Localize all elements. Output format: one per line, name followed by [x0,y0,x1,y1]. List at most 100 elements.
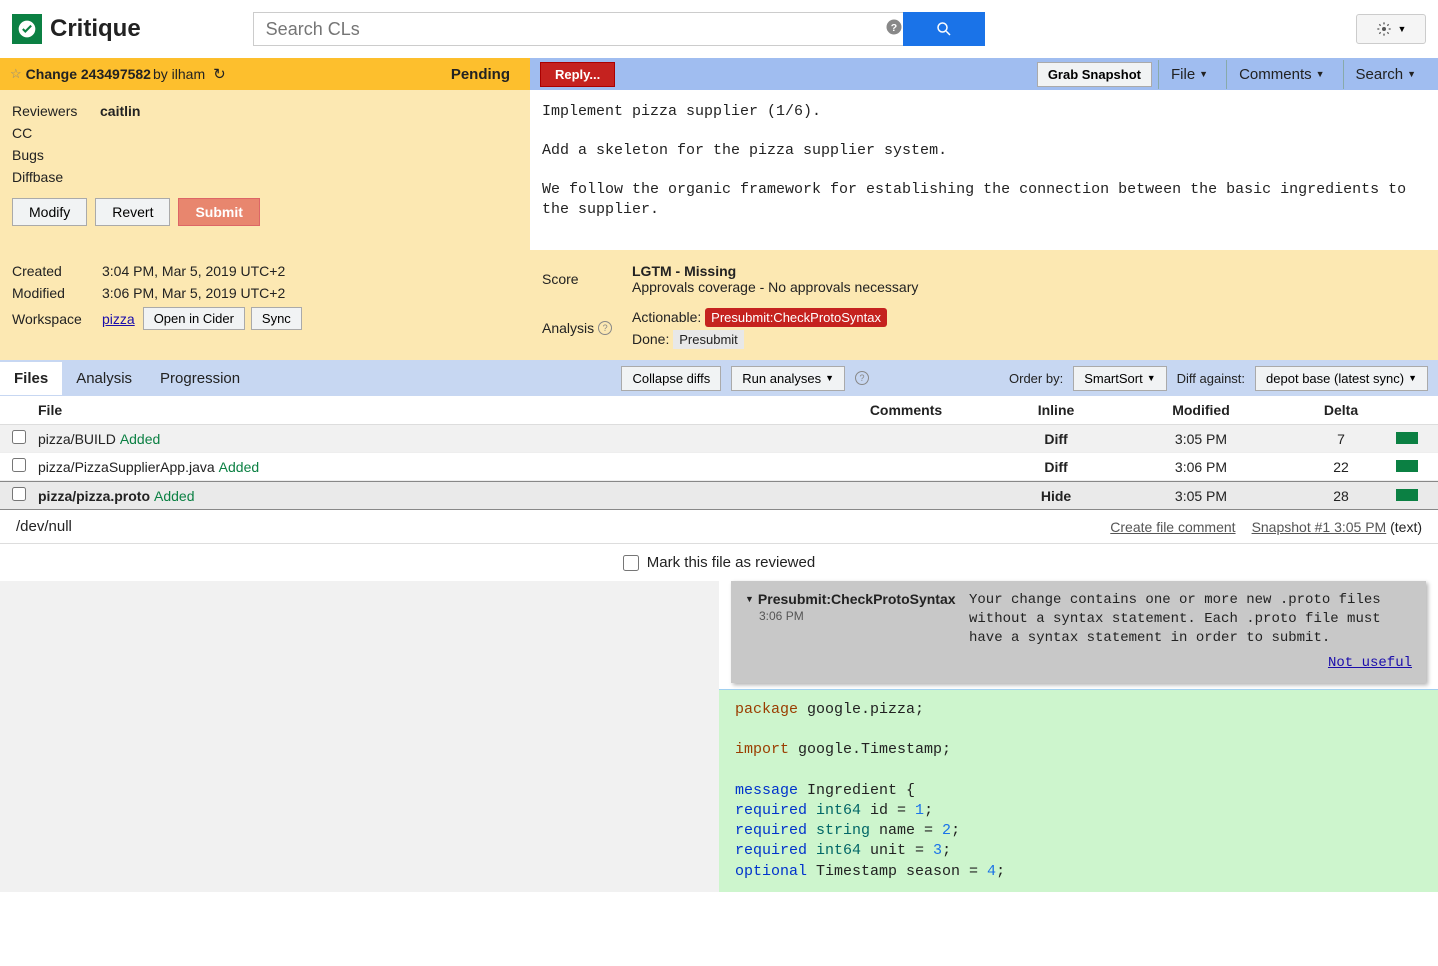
bugs-label: Bugs [12,147,100,163]
search-button[interactable] [903,12,985,46]
analysis-label: Analysis [542,320,594,336]
help-icon[interactable]: ? [598,321,612,335]
diff-toggle[interactable]: Diff [996,431,1116,447]
info-section: Reviewerscaitlin CC Bugs Diffbase Modify… [0,90,1438,250]
modified-label: Modified [12,285,102,301]
change-author: by ilham [153,66,205,82]
delta-bar [1396,460,1418,472]
file-row[interactable]: pizza/PizzaSupplierApp.javaAdded Diff 3:… [0,453,1438,481]
search-icon [935,20,953,38]
chevron-down-icon: ▼ [1147,373,1156,383]
file-checkbox[interactable] [12,487,26,501]
workspace-link[interactable]: pizza [102,311,135,327]
created-value: 3:04 PM, Mar 5, 2019 UTC+2 [102,263,285,279]
file-menu[interactable]: File▼ [1158,60,1220,89]
create-comment-link[interactable]: Create file comment [1110,519,1235,535]
svg-text:?: ? [890,21,896,33]
diff-right-pane: ▼Presubmit:CheckProtoSyntax 3:06 PM Your… [719,581,1438,892]
info-left: Reviewerscaitlin CC Bugs Diffbase Modify… [0,90,530,250]
analysis-comment: ▼Presubmit:CheckProtoSyntax 3:06 PM Your… [731,581,1426,683]
file-checkbox[interactable] [12,458,26,472]
file-table-header: File Comments Inline Modified Delta [0,396,1438,425]
analysis-time: 3:06 PM [759,609,955,623]
diff-against-dropdown[interactable]: depot base (latest sync)▼ [1255,366,1428,391]
reply-button[interactable]: Reply... [540,62,615,87]
meta-section: Created3:04 PM, Mar 5, 2019 UTC+2 Modifi… [0,250,1438,360]
actionable-label: Actionable: [632,309,701,325]
col-file: File [38,402,816,418]
not-useful-link[interactable]: Not useful [1328,655,1412,671]
delta-bar [1396,432,1418,444]
change-bar: ☆ Change 243497582 by ilham ↻ Pending [0,58,530,90]
diff-toggle[interactable]: Diff [996,459,1116,475]
presubmit-badge[interactable]: Presubmit [673,330,744,349]
diff-left-pane [0,581,719,892]
info-right: Implement pizza supplier (1/6). Add a sk… [530,90,1438,250]
grab-snapshot-button[interactable]: Grab Snapshot [1037,62,1152,87]
done-label: Done: [632,331,669,347]
collapse-diffs-button[interactable]: Collapse diffs [621,366,721,391]
open-cider-button[interactable]: Open in Cider [143,307,245,330]
app-header: Critique ? ▼ [0,0,1438,58]
refresh-icon[interactable]: ↻ [213,65,226,83]
submit-button[interactable]: Submit [178,198,259,226]
sync-button[interactable]: Sync [251,307,302,330]
diff-view: ▼Presubmit:CheckProtoSyntax 3:06 PM Your… [0,581,1438,892]
chevron-down-icon: ▼ [1408,373,1417,383]
diff-header: /dev/null Create file comment Snapshot #… [0,510,1438,544]
change-description: Implement pizza supplier (1/6). Add a sk… [530,90,1438,250]
search-bar: ? [253,12,985,46]
change-status: Pending [451,66,510,83]
file-row[interactable]: pizza/BUILDAdded Diff 3:05 PM 7 [0,425,1438,453]
tab-files[interactable]: Files [0,362,62,395]
diffbase-label: Diffbase [12,169,100,185]
diff-toggle[interactable]: Hide [996,488,1116,504]
approvals-text: Approvals coverage - No approvals necess… [632,279,918,295]
analysis-body: Your change contains one or more new .pr… [969,592,1381,646]
col-delta: Delta [1286,402,1396,418]
star-icon[interactable]: ☆ [10,66,22,82]
mark-reviewed-row: Mark this file as reviewed [0,544,1438,581]
gear-icon [1376,21,1392,37]
mark-reviewed-checkbox[interactable] [623,555,639,571]
help-icon[interactable]: ? [885,18,903,41]
created-label: Created [12,263,102,279]
search-menu[interactable]: Search▼ [1343,60,1428,89]
file-checkbox[interactable] [12,430,26,444]
tabs-bar: Files Analysis Progression Collapse diff… [0,360,1438,396]
settings-button[interactable]: ▼ [1356,14,1426,44]
comments-menu[interactable]: Comments▼ [1226,60,1336,89]
help-icon[interactable]: ? [855,371,869,385]
file-row[interactable]: pizza/pizza.protoAdded Hide 3:05 PM 28 [0,481,1438,510]
revert-button[interactable]: Revert [95,198,170,226]
chevron-down-icon: ▼ [1199,69,1208,79]
sort-dropdown[interactable]: SmartSort▼ [1073,366,1166,391]
proto-syntax-badge[interactable]: Presubmit:CheckProtoSyntax [705,308,887,327]
cc-label: CC [12,125,100,141]
chevron-down-icon[interactable]: ▼ [745,594,754,604]
score-label: Score [542,271,632,287]
col-inline: Inline [996,402,1116,418]
tab-progression[interactable]: Progression [146,362,254,395]
app-name: Critique [50,15,141,43]
chevron-down-icon: ▼ [1316,69,1325,79]
search-input[interactable] [253,12,913,46]
toolbar: Reply... Grab Snapshot File▼ Comments▼ S… [530,58,1438,90]
tab-analysis[interactable]: Analysis [62,362,146,395]
diff-left-label: /dev/null [16,518,72,535]
workspace-label: Workspace [12,311,102,327]
run-analyses-button[interactable]: Run analyses▼ [731,366,845,391]
logo[interactable]: Critique [12,14,141,44]
order-by-label: Order by: [1009,371,1063,386]
change-title: Change 243497582 [26,66,151,82]
reviewers-value: caitlin [100,103,140,119]
code-block: package google.pizza; import google.Time… [719,689,1438,892]
text-suffix: (text) [1390,519,1422,535]
chevron-down-icon: ▼ [1407,69,1416,79]
modify-button[interactable]: Modify [12,198,87,226]
modified-value: 3:06 PM, Mar 5, 2019 UTC+2 [102,285,285,301]
chevron-down-icon: ▼ [1398,24,1407,34]
checkmark-icon [12,14,42,44]
snapshot-link[interactable]: Snapshot #1 3:05 PM [1252,519,1387,535]
score-value: LGTM - Missing [632,263,736,279]
